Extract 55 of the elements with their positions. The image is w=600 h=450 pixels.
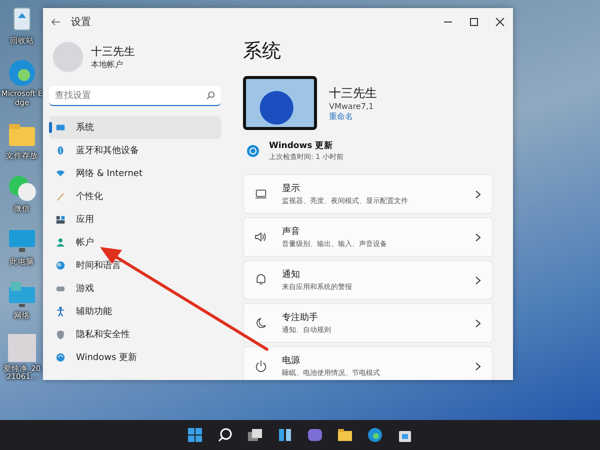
nav-item[interactable]: 个性化 bbox=[49, 185, 221, 208]
nav-item[interactable]: 网络 & Internet bbox=[49, 162, 221, 185]
start-icon[interactable] bbox=[187, 427, 203, 443]
wifi-icon bbox=[55, 168, 66, 179]
chevron-icon bbox=[475, 232, 482, 242]
card-title: 声音 bbox=[282, 226, 301, 238]
card-title: 专注助手 bbox=[282, 312, 319, 324]
avatar bbox=[53, 42, 83, 72]
card-title: 通知 bbox=[282, 268, 301, 281]
accessibility-icon bbox=[55, 306, 66, 317]
card-title: 电源 bbox=[282, 354, 301, 367]
laptop-icon bbox=[254, 187, 268, 201]
monitor-icon bbox=[55, 122, 66, 133]
nav-item[interactable]: 蓝牙和其他设备 bbox=[49, 139, 221, 162]
apps-icon bbox=[55, 214, 66, 225]
person-icon bbox=[55, 237, 66, 248]
windows-stack-icon[interactable] bbox=[247, 427, 263, 443]
card-title: 显示 bbox=[282, 182, 301, 195]
close-icon[interactable] bbox=[495, 17, 505, 27]
profile-name: 十三先生 bbox=[91, 44, 135, 59]
device-name: 十三先生 bbox=[329, 84, 377, 102]
video-chat-icon[interactable] bbox=[307, 427, 323, 443]
search-field[interactable]: 查找设置 bbox=[49, 86, 221, 106]
nav-item[interactable]: 系统 bbox=[49, 116, 221, 139]
widgets-icon[interactable] bbox=[277, 427, 293, 443]
nav-item[interactable]: 辅助功能 bbox=[49, 300, 221, 323]
bell-icon bbox=[254, 273, 268, 287]
shield-icon bbox=[55, 329, 66, 340]
nav-item[interactable]: 游戏 bbox=[49, 277, 221, 300]
speaker-icon bbox=[254, 230, 268, 244]
window-title: 设置 bbox=[71, 16, 92, 29]
search-icon bbox=[206, 91, 215, 100]
back-icon[interactable] bbox=[51, 17, 61, 27]
nav-item[interactable]: 隐私和安全性 bbox=[49, 323, 221, 346]
page-title: 系统 bbox=[243, 39, 282, 64]
globe-icon bbox=[55, 260, 66, 271]
browser-icon[interactable] bbox=[367, 427, 383, 443]
device-model: VMware7,1 bbox=[329, 102, 375, 110]
nav-item[interactable]: 应用 bbox=[49, 208, 221, 231]
nav-item[interactable]: 帐户 bbox=[49, 231, 221, 254]
nav-item[interactable]: Windows 更新 bbox=[49, 346, 221, 369]
chevron-icon bbox=[475, 190, 482, 198]
search-icon[interactable] bbox=[217, 427, 233, 443]
nav-item[interactable]: 时间和语言 bbox=[49, 254, 221, 277]
chevron-icon bbox=[475, 276, 482, 284]
power-icon bbox=[254, 359, 268, 373]
brush-icon bbox=[55, 191, 66, 202]
rename-link[interactable]: 重命名 bbox=[329, 110, 377, 122]
update-title[interactable]: Windows 更新 bbox=[269, 140, 344, 152]
moon-icon bbox=[254, 316, 268, 330]
maximize-icon[interactable] bbox=[469, 17, 479, 27]
folder-icon[interactable] bbox=[337, 427, 353, 443]
chevron-icon bbox=[475, 318, 482, 328]
chevron-icon bbox=[475, 362, 482, 370]
account-type: 本地帐户 bbox=[91, 59, 124, 70]
